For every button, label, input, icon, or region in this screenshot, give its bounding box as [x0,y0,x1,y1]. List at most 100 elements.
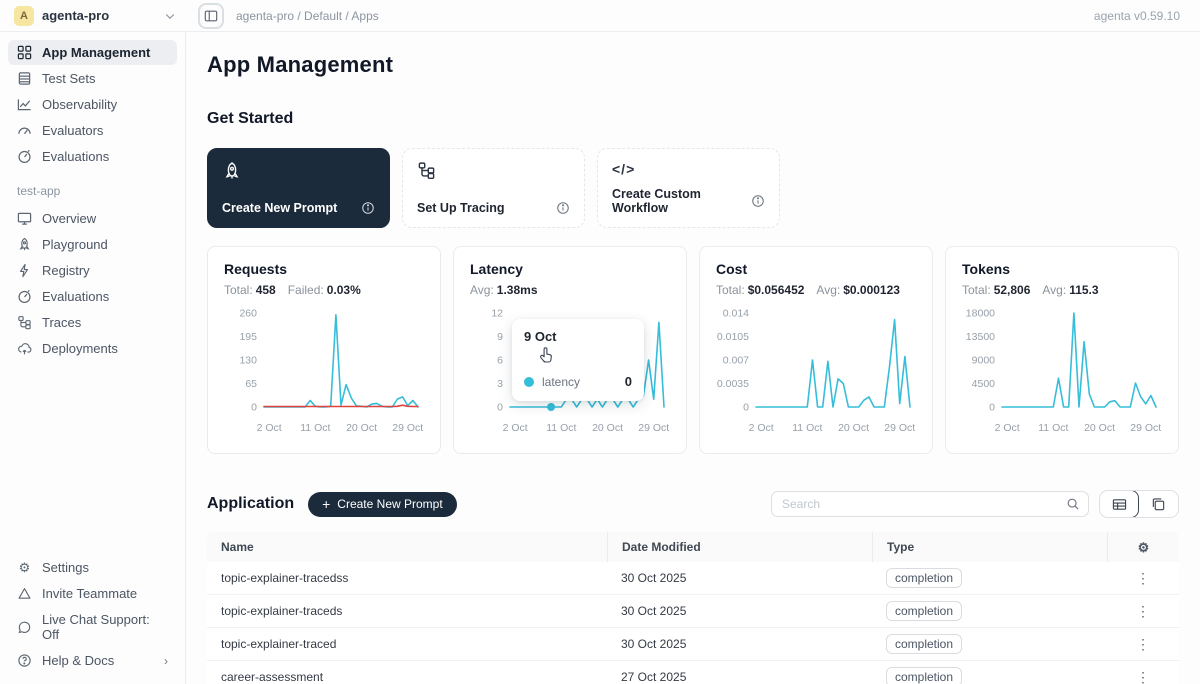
card-label: Create Custom Workflow [612,187,751,215]
dial-icon [17,289,32,304]
svg-text:20 Oct: 20 Oct [1084,422,1115,434]
table-row[interactable]: topic-explainer-traceds 30 Oct 2025 comp… [207,595,1179,628]
tooltip-series-value: 0 [625,374,632,389]
table-settings-button[interactable]: ⚙ [1107,532,1179,562]
sidebar-item-observability[interactable]: Observability [8,92,177,117]
svg-text:2 Oct: 2 Oct [503,422,528,434]
svg-text:12: 12 [491,308,503,320]
chart-stats: Total:52,806 Avg:115.3 [962,283,1162,297]
search-icon[interactable] [1066,497,1080,511]
svg-text:29 Oct: 29 Oct [392,422,423,434]
svg-text:65: 65 [245,378,257,390]
org-selector[interactable]: A agenta-pro [0,6,186,26]
chart-tooltip: 9 Oct latency 0 [512,319,644,401]
tooltip-series-name: latency [542,375,580,389]
sidebar-item-registry[interactable]: Registry [8,258,177,283]
chat-icon [17,620,32,635]
app-name: topic-explainer-traced [207,637,607,651]
create-new-prompt-card[interactable]: Create New Prompt [207,148,390,228]
cloud-icon [17,341,32,356]
app-version: agenta v0.59.10 [1094,9,1200,23]
sidebar-item-label: Playground [42,237,108,252]
table-row[interactable]: topic-explainer-traced 30 Oct 2025 compl… [207,628,1179,661]
tokens-chart-card: Tokens Total:52,806 Avg:115.3 1800013500… [945,246,1179,454]
svg-text:2 Oct: 2 Oct [995,422,1020,434]
sidebar-item-live-chat[interactable]: Live Chat Support: Off [8,607,177,647]
get-started-cards: Create New Prompt Set Up Tracing </> Cre… [207,148,1179,228]
sidebar-item-label: Traces [42,315,81,330]
sidebar-item-test-sets[interactable]: Test Sets [8,66,177,91]
svg-text:9: 9 [497,331,503,343]
svg-text:0: 0 [497,402,503,414]
app-date-modified: 30 Oct 2025 [607,604,872,618]
column-header-date-modified: Date Modified [607,532,872,562]
table-icon [17,71,32,86]
metrics-charts: Requests Total:458 Failed:0.03% 26019513… [207,246,1179,454]
tokens-line-chart[interactable]: 18000135009000450002 Oct11 Oct20 Oct29 O… [962,307,1162,435]
app-date-modified: 30 Oct 2025 [607,571,872,585]
svg-text:0.0035: 0.0035 [717,378,749,390]
tracing-icon [417,161,437,181]
svg-text:0.0105: 0.0105 [717,331,749,343]
tooltip-series-row: latency 0 [524,374,632,389]
svg-text:0.007: 0.007 [723,355,749,367]
svg-text:13500: 13500 [966,331,995,343]
sidebar-item-evaluations[interactable]: Evaluations [8,144,177,169]
chart-line-icon [17,97,32,112]
code-icon: </> [612,161,765,177]
row-menu-button[interactable]: ⋮ [1128,567,1158,589]
row-menu-button[interactable]: ⋮ [1128,633,1158,655]
row-menu-button[interactable]: ⋮ [1128,666,1158,684]
card-view-button[interactable] [1138,491,1178,517]
sidebar-item-overview[interactable]: Overview [8,206,177,231]
cost-chart-card: Cost Total:$0.056452 Avg:$0.000123 0.014… [699,246,933,454]
info-icon[interactable] [751,194,765,208]
table-header-row: Name Date Modified Type ⚙ [207,532,1179,562]
sidebar-item-deployments[interactable]: Deployments [8,336,177,361]
sidebar-item-label: Evaluations [42,149,109,164]
cost-line-chart[interactable]: 0.0140.01050.0070.003502 Oct11 Oct20 Oct… [716,307,916,435]
grid-icon [17,45,32,60]
search-input[interactable] [782,497,1066,511]
sidebar-item-playground[interactable]: Playground [8,232,177,257]
sidebar-item-label: Registry [42,263,90,278]
row-menu-button[interactable]: ⋮ [1128,600,1158,622]
table-row[interactable]: career-assessment 27 Oct 2025 completion… [207,661,1179,684]
info-icon[interactable] [556,201,570,215]
card-label: Set Up Tracing [417,201,505,215]
app-name: career-assessment [207,670,607,684]
sidebar-item-label: App Management [42,45,150,60]
type-badge: completion [886,601,962,621]
svg-text:9000: 9000 [972,355,996,367]
sidebar-item-app-management[interactable]: App Management [8,40,177,65]
sidebar-item-help-docs[interactable]: Help & Docs › [8,648,177,673]
chart-stats: Total:458 Failed:0.03% [224,283,424,297]
sidebar-item-settings[interactable]: ⚙ Settings [8,555,177,580]
table-row[interactable]: topic-explainer-tracedss 30 Oct 2025 com… [207,562,1179,595]
table-view-button[interactable] [1099,490,1139,518]
set-up-tracing-card[interactable]: Set Up Tracing [402,148,585,228]
chart-title: Tokens [962,261,1162,277]
lightning-icon [17,263,32,278]
app-name: topic-explainer-traceds [207,604,607,618]
requests-line-chart[interactable]: 2601951306502 Oct11 Oct20 Oct29 Oct [224,307,424,435]
breadcrumb[interactable]: agenta-pro / Default / Apps [236,9,379,23]
sidebar-item-traces[interactable]: Traces [8,310,177,335]
svg-text:4500: 4500 [972,378,996,390]
svg-text:11 Oct: 11 Oct [300,422,330,434]
sidebar-item-evaluations-app[interactable]: Evaluations [8,284,177,309]
gear-icon: ⚙ [1138,541,1150,554]
chart-stats: Avg:1.38ms [470,283,670,297]
sidebar-toggle-button[interactable] [198,3,224,29]
info-icon[interactable] [361,201,375,215]
app-date-modified: 27 Oct 2025 [607,670,872,684]
sidebar-item-label: Observability [42,97,117,112]
create-custom-workflow-card[interactable]: </> Create Custom Workflow [597,148,780,228]
svg-text:29 Oct: 29 Oct [638,422,669,434]
panel-left-icon [204,9,218,23]
chevron-right-icon: › [164,654,168,668]
sidebar-item-evaluators[interactable]: Evaluators [8,118,177,143]
sidebar-item-invite-teammate[interactable]: Invite Teammate [8,581,177,606]
create-new-prompt-button[interactable]: + Create New Prompt [308,492,457,517]
search-box [771,491,1089,517]
